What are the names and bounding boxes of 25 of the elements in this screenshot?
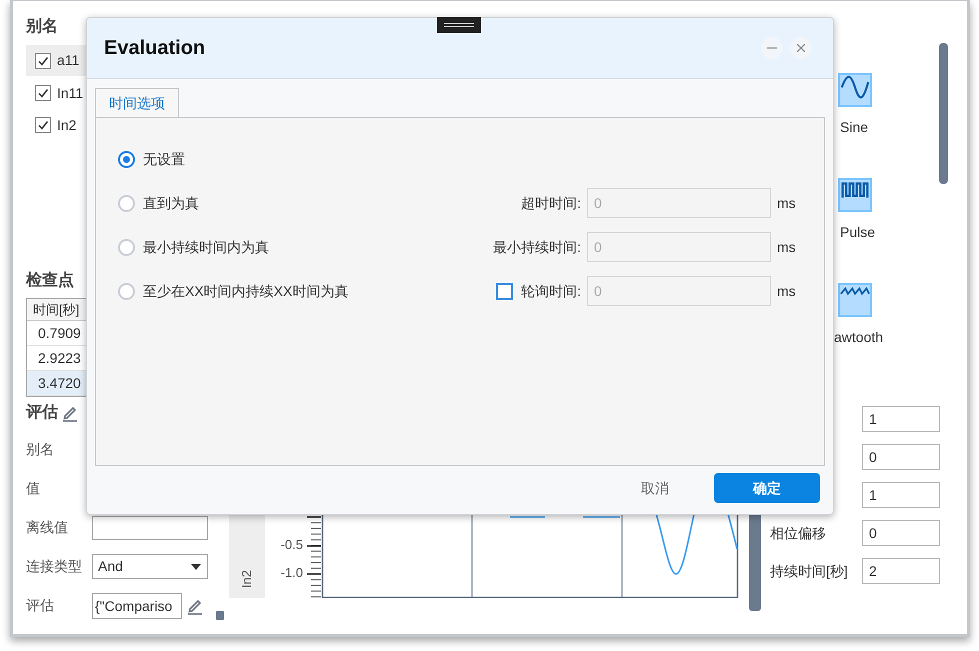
field-label: 轮询时间:: [521, 282, 581, 300]
unit-label: ms: [777, 194, 797, 212]
wave-label: awtooth: [834, 328, 884, 347]
field-label: 相位偏移: [770, 524, 827, 542]
field-label: 离线值: [26, 518, 69, 537]
field-label: 值: [26, 479, 41, 498]
section-heading: 评估: [26, 402, 58, 423]
option-label: 无设置: [143, 150, 186, 168]
option-label: 直到为真: [143, 194, 200, 212]
field-label: 持续时间[秒]: [770, 562, 849, 581]
axis-label: -1.0: [280, 564, 303, 582]
field-label: 评估: [26, 596, 55, 615]
window-title: Evaluation: [104, 36, 206, 61]
unit-label: ms: [777, 238, 797, 256]
wave-label: Sine: [840, 118, 868, 137]
axis-label: -0.5: [280, 536, 303, 554]
unit-label: ms: [777, 282, 797, 300]
field-label: 超时时间:: [521, 194, 581, 212]
section-heading: 别名: [26, 17, 59, 37]
option-label: 最小持续时间内为真: [143, 238, 270, 256]
wave-label: Pulse: [840, 223, 876, 242]
field-label: 别名: [26, 440, 55, 459]
field-label: 最小持续时间:: [493, 238, 581, 256]
field-label: 连接类型: [26, 557, 83, 576]
option-label: 至少在XX时间内持续XX时间为真: [143, 282, 350, 300]
